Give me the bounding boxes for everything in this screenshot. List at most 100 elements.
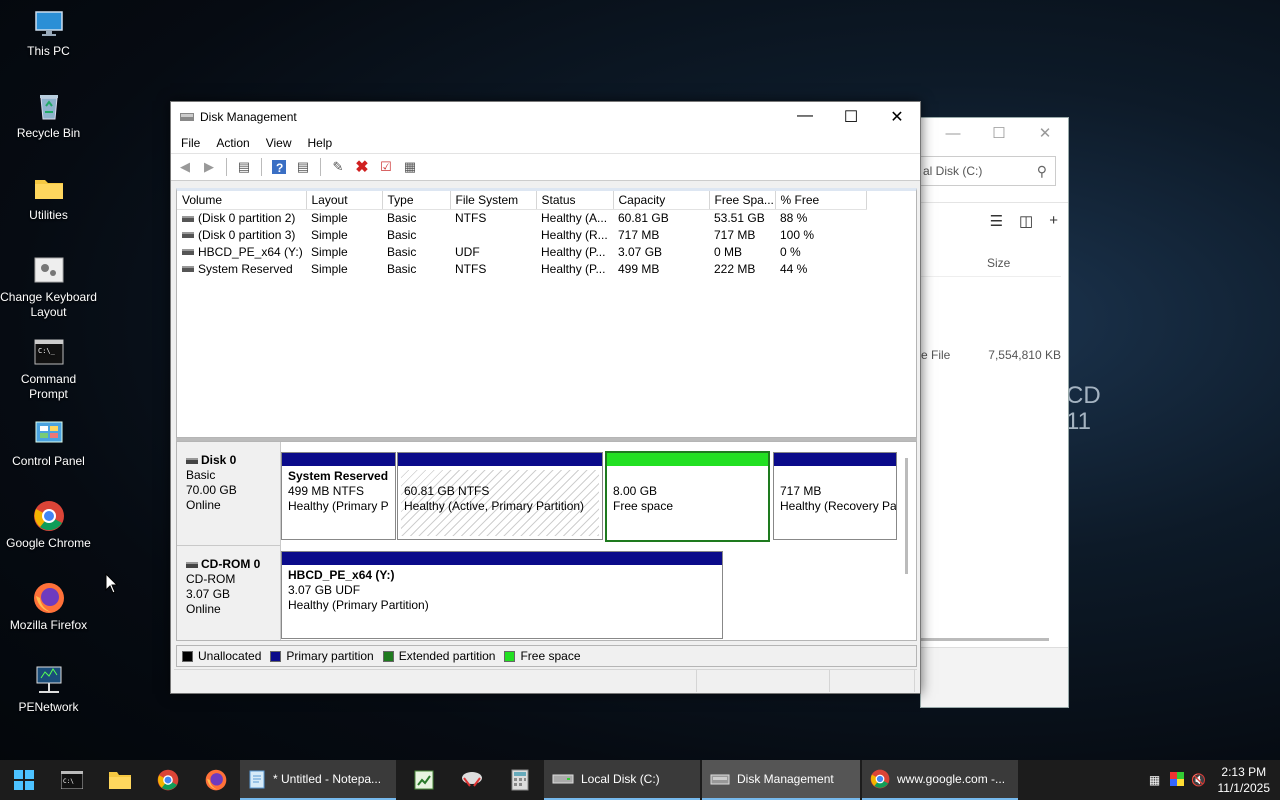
desktop-icon-keyboard-layout[interactable]: Change Keyboard Layout xyxy=(0,254,97,320)
desktop-icon-recycle-bin[interactable]: Recycle Bin xyxy=(0,90,97,141)
menu-file[interactable]: File xyxy=(173,136,208,150)
taskbar-spreadsheet-app[interactable] xyxy=(400,760,448,800)
primary-partition-bar xyxy=(282,453,395,466)
check-icon[interactable]: ☑ xyxy=(376,157,396,177)
explorer-column-header[interactable]: Size xyxy=(921,249,1061,277)
col-layout[interactable]: Layout xyxy=(306,191,383,210)
partition-hbcd[interactable]: HBCD_PE_x64 (Y:) 3.07 GB UDF Healthy (Pr… xyxy=(281,551,723,639)
col-percent-free[interactable]: % Free xyxy=(775,191,867,210)
back-icon[interactable]: ◀ xyxy=(175,157,195,177)
taskbar-task-disk-management[interactable]: Disk Management xyxy=(702,760,860,800)
recycle-bin-icon xyxy=(39,95,58,120)
legend-item: Primary partition xyxy=(270,649,374,663)
connect-icon[interactable]: ✎ xyxy=(328,157,348,177)
cdrom-0-label[interactable]: CD-ROM 0 CD-ROM 3.07 GB Online xyxy=(177,546,281,640)
maximize-icon[interactable]: ☐ xyxy=(828,107,874,127)
taskbar-calculator[interactable] xyxy=(496,760,544,800)
search-icon[interactable]: ⚲ xyxy=(1037,163,1047,180)
help-icon[interactable]: ? xyxy=(269,157,289,177)
network-tray-icon[interactable]: ▦ xyxy=(1144,773,1166,787)
volume-table: Volume Layout Type File System Status Ca… xyxy=(177,191,867,277)
forward-icon[interactable]: ▶ xyxy=(199,157,219,177)
disk-management-window[interactable]: Disk Management — ☐ ✕ File Action View H… xyxy=(170,101,921,694)
cd-drive-icon xyxy=(186,561,198,568)
volume-fs xyxy=(450,226,536,243)
new-tab-icon[interactable]: + xyxy=(1049,212,1058,229)
desktop-icon-utilities[interactable]: Utilities xyxy=(0,172,97,223)
maximize-icon[interactable]: ☐ xyxy=(976,124,1022,142)
partition-disk0-2[interactable]: 60.81 GB NTFS Healthy (Active, Primary P… xyxy=(397,452,603,540)
taskbar-task-chrome[interactable]: www.google.com -... xyxy=(862,760,1018,800)
preview-pane-icon[interactable]: ◫ xyxy=(1019,212,1033,230)
horizontal-scrollbar[interactable] xyxy=(921,638,1049,641)
close-icon[interactable]: ✕ xyxy=(1022,124,1068,142)
volume-row[interactable]: (Disk 0 partition 3) Simple Basic Health… xyxy=(177,226,866,243)
svg-text:C:\: C:\ xyxy=(63,778,74,785)
view-list-icon[interactable]: ☰ xyxy=(990,212,1003,230)
explorer-window[interactable]: — ☐ ✕ al Disk (C:) ⚲ ☰ ◫ + Size e File 7… xyxy=(920,117,1069,708)
volume-status: Healthy (P... xyxy=(541,244,606,259)
free-space-bar xyxy=(607,453,768,466)
explorer-address-bar[interactable]: al Disk (C:) ⚲ xyxy=(921,156,1056,186)
col-file-system[interactable]: File System xyxy=(450,191,537,210)
primary-partition-bar xyxy=(774,453,896,466)
partition-recovery[interactable]: 717 MB Healthy (Recovery Pa xyxy=(773,452,897,540)
taskbar-command-prompt[interactable]: C:\ xyxy=(48,760,96,800)
partition-system-reserved[interactable]: System Reserved 499 MB NTFS Healthy (Pri… xyxy=(281,452,396,540)
col-status[interactable]: Status xyxy=(536,191,614,210)
wallpaper-text-line: 11 xyxy=(1066,408,1091,435)
col-type[interactable]: Type xyxy=(382,191,451,210)
taskbar-task-notepad[interactable]: * Untitled - Notepa... xyxy=(240,760,396,800)
desktop-icon-this-pc[interactable]: This PC xyxy=(0,8,97,59)
minimize-icon[interactable]: — xyxy=(782,107,828,127)
volume-row[interactable]: HBCD_PE_x64 (Y:) Simple Basic UDF Health… xyxy=(177,243,866,260)
disk-graph-view[interactable]: Disk 0 Basic 70.00 GB Online System Rese… xyxy=(176,441,917,641)
volume-list[interactable]: Volume Layout Type File System Status Ca… xyxy=(176,188,917,438)
console-tree-icon[interactable]: ▤ xyxy=(234,157,254,177)
desktop-icon-label: PENetwork xyxy=(18,700,79,714)
desktop-icon-label: Change Keyboard Layout xyxy=(0,290,97,319)
desktop-icon-firefox[interactable]: Mozilla Firefox xyxy=(0,582,97,633)
taskbar-file-explorer[interactable] xyxy=(96,760,144,800)
desktop-icon-command-prompt[interactable]: C:\_ Command Prompt xyxy=(0,336,97,402)
col-volume[interactable]: Volume xyxy=(177,191,307,210)
settings-icon[interactable]: ▦ xyxy=(400,157,420,177)
close-icon[interactable]: ✕ xyxy=(874,107,920,127)
menu-action[interactable]: Action xyxy=(208,136,257,150)
firefox-icon xyxy=(205,769,227,791)
taskbar-chrome[interactable] xyxy=(144,760,192,800)
clock-time: 2:13 PM xyxy=(1221,765,1267,779)
clock[interactable]: 2:13 PM 11/1/2025 xyxy=(1210,764,1280,796)
menu-view[interactable]: View xyxy=(258,136,300,150)
col-capacity[interactable]: Capacity xyxy=(613,191,710,210)
volume-row[interactable]: System Reserved Simple Basic NTFS Health… xyxy=(177,260,866,277)
partition-status: Free space xyxy=(613,499,674,513)
address-text: al Disk (C:) xyxy=(923,164,983,178)
volume-muted-icon[interactable]: 🔇 xyxy=(1188,773,1210,787)
file-row[interactable]: e File 7,554,810 KB xyxy=(921,348,1061,362)
vertical-scrollbar[interactable] xyxy=(905,458,908,574)
col-free-space[interactable]: Free Spa... xyxy=(709,191,776,210)
legend-label: Unallocated xyxy=(198,649,262,663)
start-button[interactable] xyxy=(0,760,48,800)
menu-help[interactable]: Help xyxy=(300,136,341,150)
taskbar-network-app[interactable] xyxy=(448,760,496,800)
toolbar-separator xyxy=(320,158,321,176)
minimize-icon[interactable]: — xyxy=(930,125,976,142)
properties-icon[interactable]: ▤ xyxy=(293,157,313,177)
volume-status: Healthy (A... xyxy=(541,210,608,225)
color-tray-icon[interactable] xyxy=(1166,771,1188,789)
desktop-icon-penetwork[interactable]: PENetwork xyxy=(0,664,97,715)
free-space-region[interactable]: 8.00 GB Free space xyxy=(605,451,770,542)
volume-name: HBCD_PE_x64 (Y:) xyxy=(198,244,303,259)
desktop-icon-control-panel[interactable]: Control Panel xyxy=(0,418,97,469)
file-type: e File xyxy=(921,348,951,362)
volume-row[interactable]: (Disk 0 partition 2) Simple Basic NTFS H… xyxy=(177,209,866,226)
delete-icon[interactable]: ✖ xyxy=(352,157,372,177)
taskbar-task-local-disk[interactable]: Local Disk (C:) xyxy=(544,760,700,800)
disk-0-label[interactable]: Disk 0 Basic 70.00 GB Online xyxy=(177,442,281,546)
desktop-icon-chrome[interactable]: Google Chrome xyxy=(0,500,97,551)
taskbar-firefox[interactable] xyxy=(192,760,240,800)
disk-type: CD-ROM xyxy=(186,572,236,586)
taskbar: C:\ * Untitled - Notepa... Local Disk (C… xyxy=(0,760,1280,800)
